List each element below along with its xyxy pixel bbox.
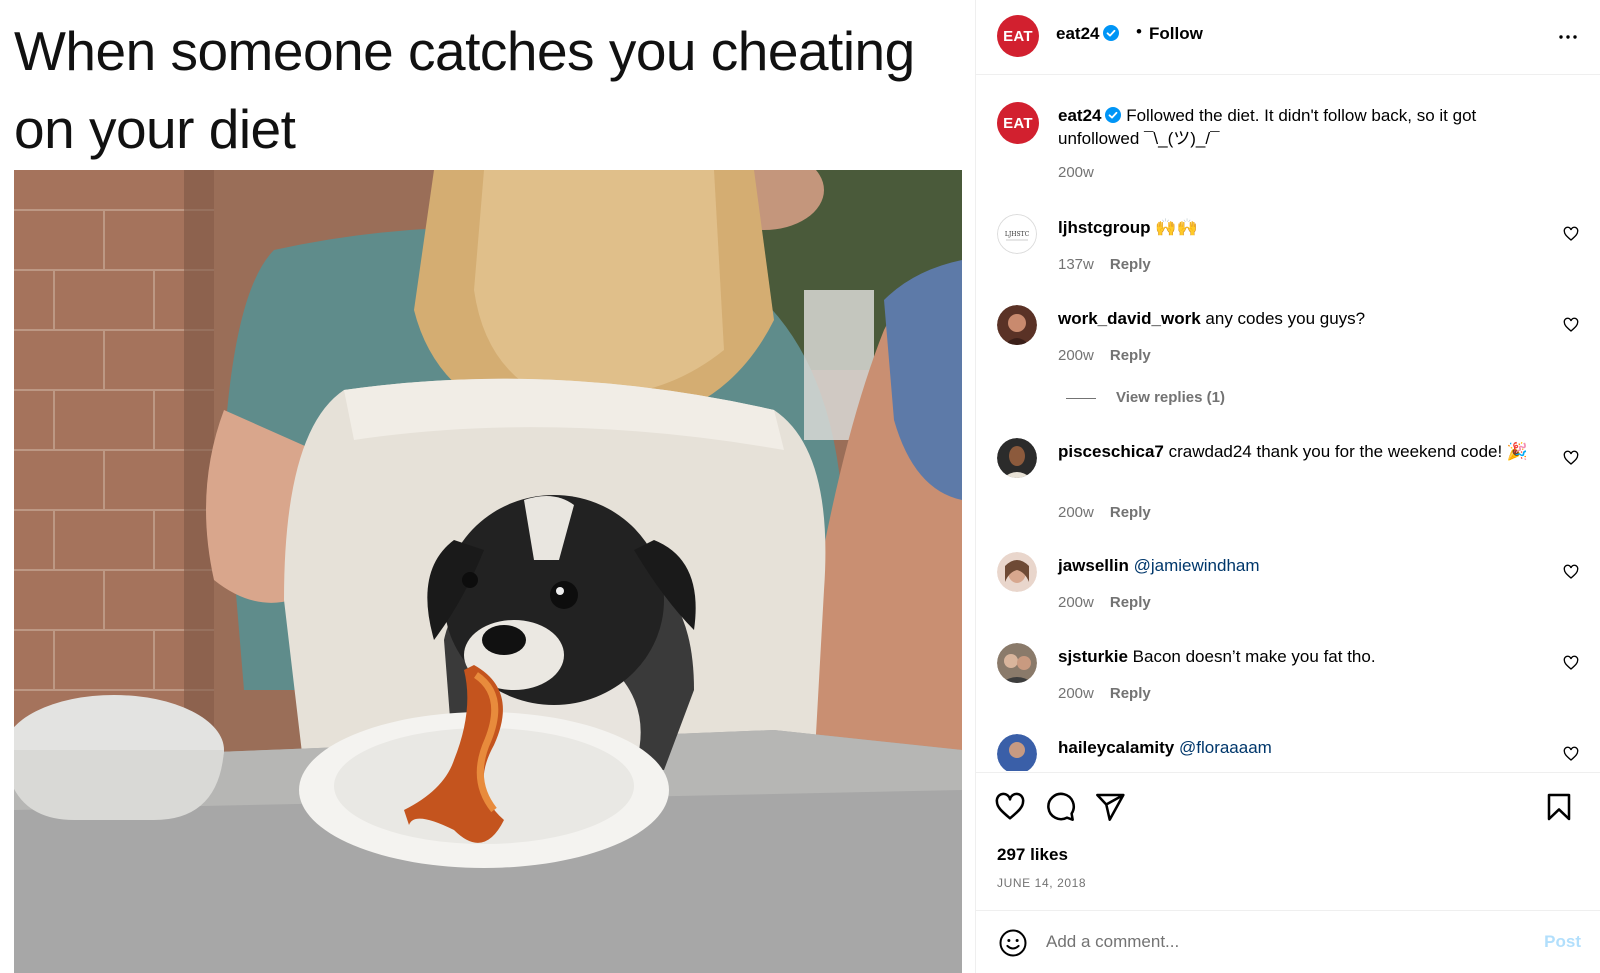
like-comment-heart-icon[interactable] bbox=[1563, 450, 1579, 466]
comment-body: pisceschica7 crawdad24 thank you for the… bbox=[1058, 440, 1533, 463]
caption-body: eat24 Followed the diet. It didn't follo… bbox=[1058, 104, 1528, 150]
comment-mention[interactable]: @floraaaam bbox=[1179, 738, 1272, 757]
like-comment-heart-icon[interactable] bbox=[1563, 655, 1579, 671]
comment-text: 🙌🙌 bbox=[1155, 218, 1198, 237]
like-comment-heart-icon[interactable] bbox=[1563, 564, 1579, 580]
comment-text: any codes you guys? bbox=[1205, 309, 1366, 328]
reply-button[interactable]: Reply bbox=[1110, 256, 1151, 273]
comment-body: haileycalamity @floraaaam bbox=[1058, 736, 1538, 759]
header-username-text[interactable]: eat24 bbox=[1056, 24, 1099, 43]
comment-username[interactable]: sjsturkie bbox=[1058, 647, 1128, 666]
post-media[interactable]: When someone catches you cheating on you… bbox=[0, 0, 975, 973]
avatar[interactable] bbox=[997, 305, 1037, 345]
comment-body: work_david_work any codes you guys? bbox=[1058, 307, 1538, 330]
comments-list[interactable]: EAT eat24 Followed the diet. It didn't f… bbox=[976, 76, 1600, 771]
comment-bubble-icon[interactable] bbox=[1044, 791, 1076, 823]
verified-badge-icon bbox=[1103, 25, 1120, 41]
comment-time: 200w bbox=[1058, 504, 1094, 521]
post-photo bbox=[14, 170, 962, 973]
comment-body: sjsturkie Bacon doesn’t make you fat tho… bbox=[1058, 645, 1538, 668]
emoji-smiley-icon[interactable] bbox=[998, 928, 1028, 958]
comment-body: jawsellin @jamiewindham bbox=[1058, 554, 1538, 577]
avatar[interactable] bbox=[997, 734, 1037, 771]
avatar[interactable]: EAT bbox=[997, 102, 1039, 144]
svg-text:LJHSTC: LJHSTC bbox=[1005, 231, 1030, 238]
comment-meta: 200w Reply bbox=[1058, 594, 1151, 611]
avatar[interactable] bbox=[997, 552, 1037, 592]
reply-button[interactable]: Reply bbox=[1110, 685, 1151, 702]
separator-dot: • bbox=[1136, 22, 1142, 41]
comment-username[interactable]: jawsellin bbox=[1058, 556, 1129, 575]
comment-meta: 200w Reply bbox=[1058, 347, 1151, 364]
like-heart-icon[interactable] bbox=[994, 791, 1026, 823]
caption-time: 200w bbox=[1058, 164, 1094, 181]
comment-text: crawdad24 thank you for the weekend code… bbox=[1168, 442, 1529, 461]
comment-time: 200w bbox=[1058, 594, 1094, 611]
caption-text: Followed the diet. It didn't follow back… bbox=[1058, 106, 1477, 148]
bookmark-save-icon[interactable] bbox=[1543, 791, 1575, 823]
comment-time: 137w bbox=[1058, 256, 1094, 273]
post-header: EAT eat24 • Follow bbox=[976, 0, 1600, 75]
reply-button[interactable]: Reply bbox=[1110, 504, 1151, 521]
comment-mention[interactable]: @jamiewindham bbox=[1134, 556, 1260, 575]
reply-button[interactable]: Reply bbox=[1110, 347, 1151, 364]
post-actions: 297 likes JUNE 14, 2018 bbox=[976, 772, 1600, 910]
comment-body: ljhstcgroup 🙌🙌 bbox=[1058, 216, 1538, 239]
comment-username[interactable]: ljhstcgroup bbox=[1058, 218, 1151, 237]
comment-text: Bacon doesn’t make you fat tho. bbox=[1132, 647, 1376, 666]
avatar[interactable] bbox=[997, 438, 1037, 478]
avatar[interactable]: LJHSTC bbox=[997, 214, 1037, 254]
like-comment-heart-icon[interactable] bbox=[1563, 317, 1579, 333]
comment-username[interactable]: haileycalamity bbox=[1058, 738, 1174, 757]
post-comment-button[interactable]: Post bbox=[1544, 932, 1581, 952]
post-date: JUNE 14, 2018 bbox=[997, 876, 1087, 890]
view-replies-label[interactable]: View replies (1) bbox=[1116, 389, 1225, 406]
likes-count[interactable]: 297 likes bbox=[997, 845, 1068, 865]
avatar[interactable] bbox=[997, 643, 1037, 683]
avatar[interactable]: EAT bbox=[997, 15, 1039, 57]
like-comment-heart-icon[interactable] bbox=[1563, 226, 1579, 242]
view-replies-button[interactable]: View replies (1) bbox=[1066, 389, 1225, 406]
comment-meta: 200w Reply bbox=[1058, 685, 1151, 702]
more-horizontal-icon bbox=[1559, 35, 1577, 39]
comment-time: 200w bbox=[1058, 347, 1094, 364]
share-send-icon[interactable] bbox=[1094, 791, 1126, 823]
comment-meta: 137w Reply bbox=[1058, 256, 1151, 273]
comment-time: 200w bbox=[1058, 685, 1094, 702]
post-panel: EAT eat24 • Follow EAT eat24 Followed th… bbox=[975, 0, 1600, 973]
meme-caption: When someone catches you cheating on you… bbox=[14, 20, 915, 160]
like-comment-heart-icon[interactable] bbox=[1563, 746, 1579, 762]
verified-badge-icon bbox=[1105, 107, 1122, 123]
comment-meta: 200w Reply bbox=[1058, 504, 1151, 521]
caption-username[interactable]: eat24 bbox=[1058, 106, 1101, 125]
comment-username[interactable]: work_david_work bbox=[1058, 309, 1201, 328]
reply-button[interactable]: Reply bbox=[1110, 594, 1151, 611]
more-options-button[interactable] bbox=[1553, 22, 1583, 52]
comment-input[interactable] bbox=[1046, 927, 1516, 957]
divider-line bbox=[1066, 397, 1096, 399]
header-username[interactable]: eat24 bbox=[1056, 24, 1120, 44]
comment-username[interactable]: pisceschica7 bbox=[1058, 442, 1164, 461]
add-comment-bar: Post bbox=[976, 910, 1600, 973]
follow-button[interactable]: Follow bbox=[1149, 24, 1203, 44]
